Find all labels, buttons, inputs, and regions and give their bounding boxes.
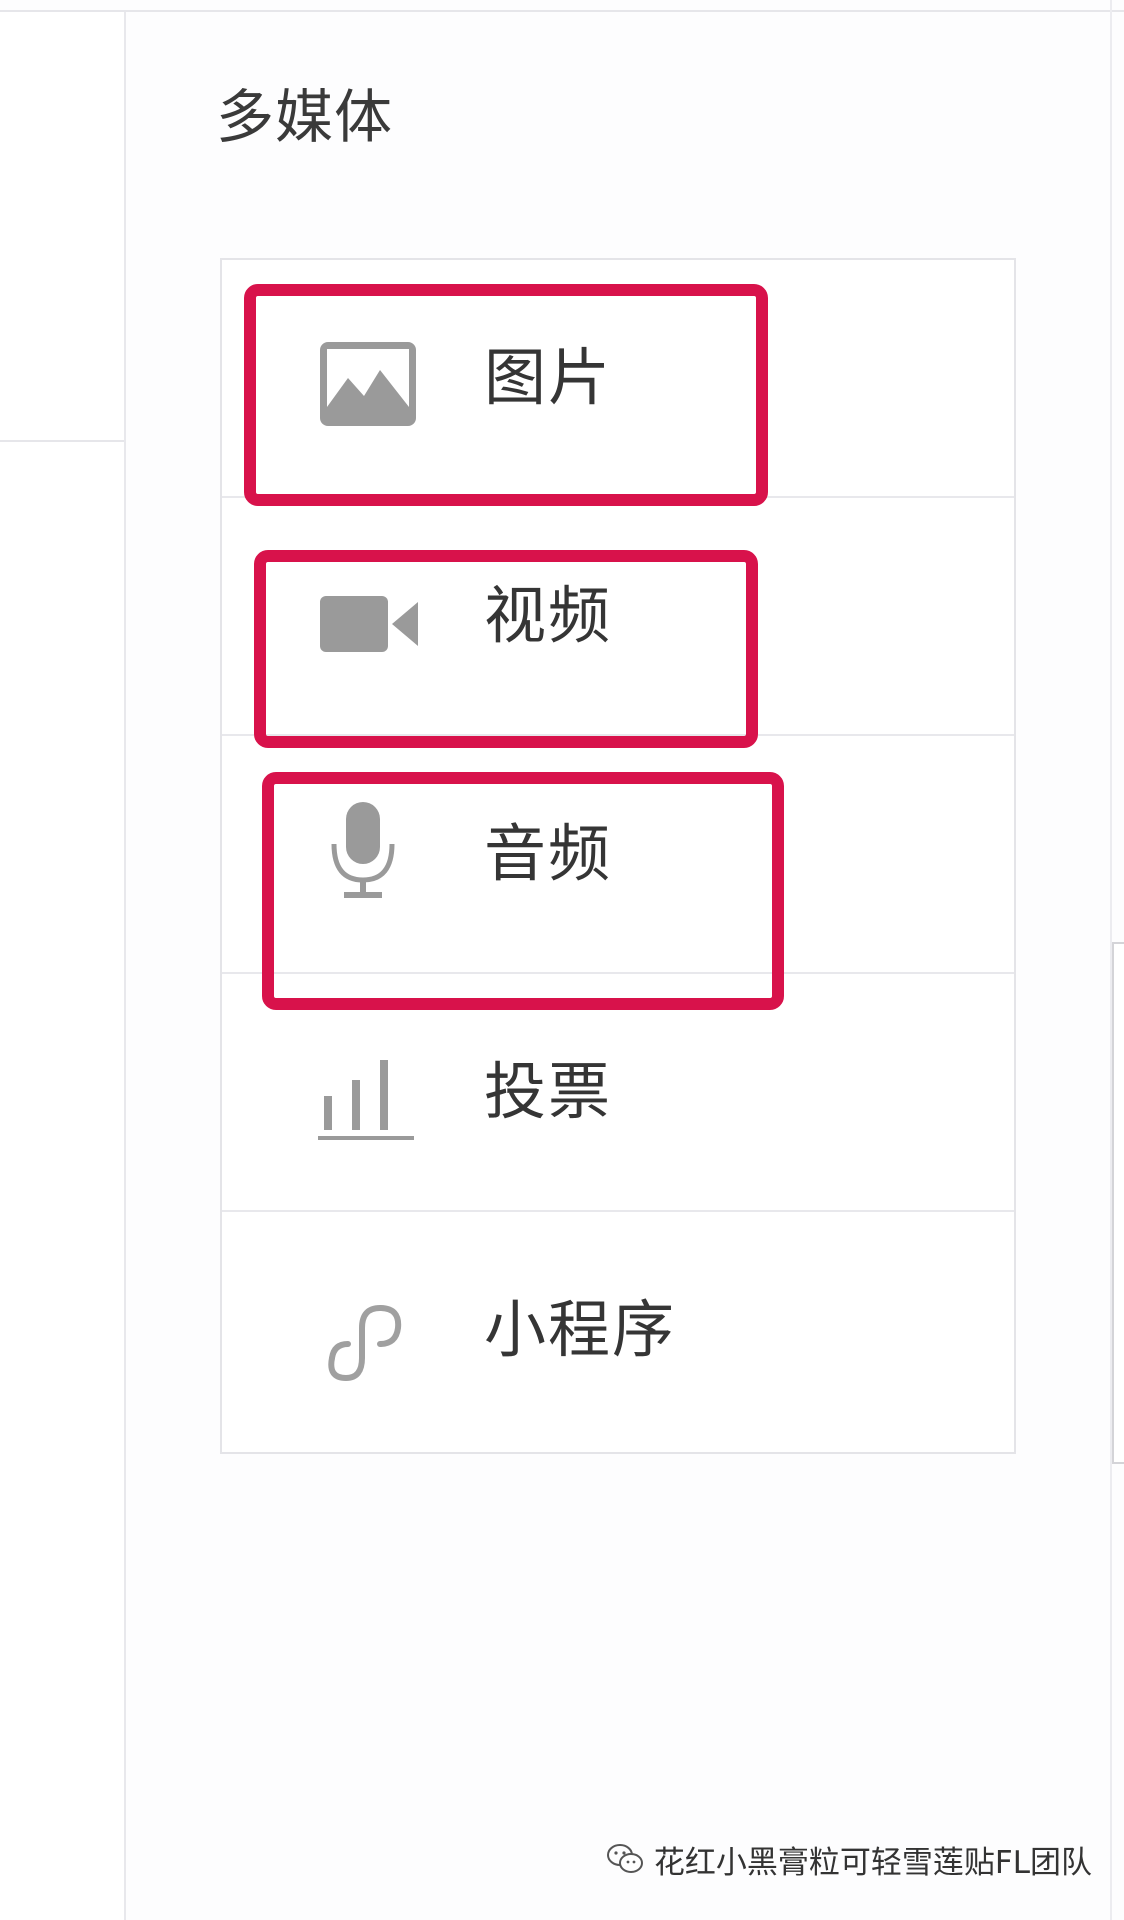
- watermark: 花红小黑膏粒可轻雪莲贴FL团队: [606, 1834, 1092, 1884]
- microphone-icon: [331, 802, 395, 898]
- media-item-mini-program[interactable]: 小程序: [222, 1212, 1014, 1450]
- watermark-text: 花红小黑膏粒可轻雪莲贴FL团队: [653, 1844, 1092, 1881]
- media-item-image[interactable]: 图片: [222, 260, 1014, 498]
- left-pane-divider: [0, 440, 124, 442]
- wechat-icon: [606, 1844, 643, 1873]
- mini-program-link-icon: [328, 1304, 402, 1382]
- left-pane: [0, 12, 126, 1920]
- media-item-audio[interactable]: 音频: [222, 736, 1014, 974]
- editor-page: 多媒体 图片 视频 音频 投票 小程序 花红小黑膏粒可轻雪莲贴FL团队: [0, 0, 1124, 1920]
- media-item-video[interactable]: 视频: [222, 498, 1014, 736]
- top-divider: [0, 10, 1124, 12]
- media-item-vote[interactable]: 投票: [222, 974, 1014, 1212]
- scrollbar-thumb[interactable]: [1112, 942, 1124, 1464]
- bar-chart-icon: [318, 1060, 414, 1140]
- video-camera-icon: [320, 596, 418, 652]
- media-list: 图片 视频 音频 投票 小程序: [220, 258, 1016, 1454]
- media-item-label: 小程序: [484, 1293, 677, 1366]
- media-item-label: 投票: [484, 1055, 613, 1128]
- media-item-label: 音频: [484, 817, 613, 890]
- media-item-label: 视频: [484, 579, 613, 652]
- image-icon: [320, 342, 416, 426]
- section-title: 多媒体: [216, 83, 394, 151]
- media-item-label: 图片: [484, 341, 613, 414]
